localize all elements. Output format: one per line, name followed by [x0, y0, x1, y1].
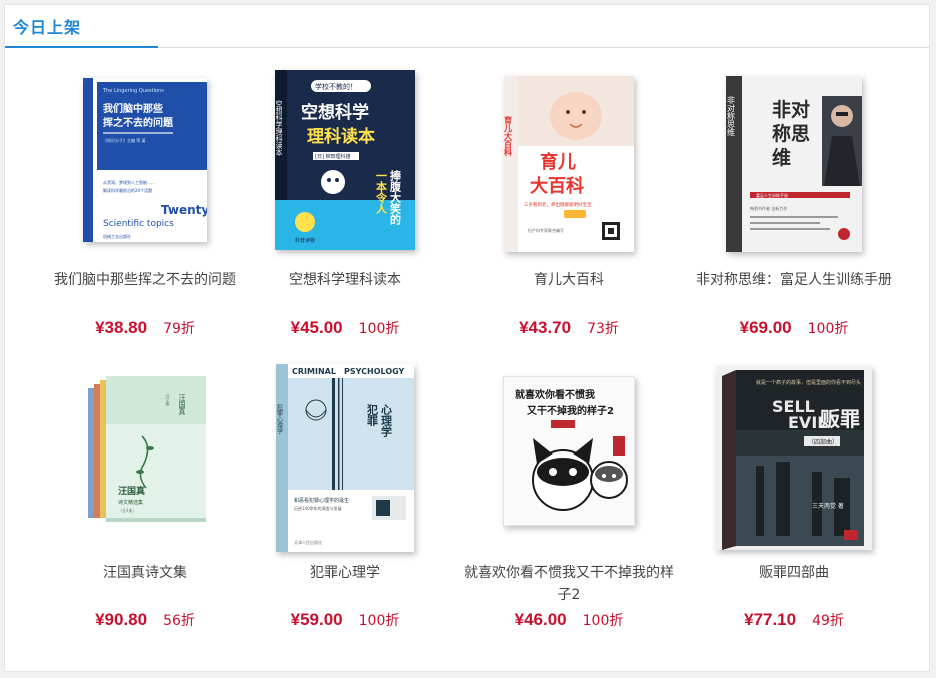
price-row: ¥90.80 56折 [40, 610, 250, 630]
svg-text:Scientific topics: Scientific topics [103, 219, 174, 229]
book-price: ¥59.00 [290, 610, 343, 629]
svg-text:CRIMINAL: CRIMINAL [292, 367, 336, 376]
book-cover-icon[interactable]: 就是一个疯子的故事，但是里面的你看不到尽头 SELL EVIL 贩罪 （四部曲）… [716, 366, 872, 550]
section-title: 今日上架 [13, 18, 82, 37]
svg-text:空想科学理科读本: 空想科学理科读本 [275, 99, 283, 157]
book-cover-icon[interactable]: 育儿大百科 育儿 大百科 三岁看到老，养出健康聪明好宝宝 妇产科专家联合编写 [504, 76, 634, 252]
book-title[interactable]: 非对称思维：富足人生训练手册 [689, 269, 899, 291]
svg-text:维: 维 [772, 146, 791, 169]
svg-text:育儿: 育儿 [540, 151, 576, 173]
svg-text:PSYCHOLOGY: PSYCHOLOGY [344, 367, 405, 376]
svg-text:[日] 柳田理科雄: [日] 柳田理科雄 [315, 153, 351, 160]
svg-text:从黑洞、梦境到人工智能……: 从黑洞、梦境到人工智能…… [103, 179, 155, 185]
book-cover-icon[interactable]: 空想科学理科读本 学校不教的！ 空想科学 理科读本 [日] 柳田理科雄 一本令人… [275, 70, 415, 250]
price-row: ¥77.10 49折 [689, 610, 899, 630]
svg-text:犯罪: 犯罪 [366, 403, 380, 427]
book-title[interactable]: 我们脑中那些挥之不去的问题 [40, 269, 250, 291]
svg-text:和恶看犯罪心理学的诞生: 和恶看犯罪心理学的诞生 [294, 497, 349, 504]
svg-text:汪国真: 汪国真 [118, 485, 145, 497]
book-discount: 100折 [807, 321, 849, 337]
book-price: ¥90.80 [95, 610, 148, 629]
svg-text:三岁看到老，养出健康聪明好宝宝: 三岁看到老，养出健康聪明好宝宝 [524, 201, 592, 208]
price-row: ¥69.00 100折 [689, 318, 899, 338]
book-cover-icon[interactable]: The Lingering Questions 我们脑中那些 挥之不去的问题 《… [83, 78, 207, 242]
svg-text:我们脑中那些: 我们脑中那些 [103, 102, 163, 115]
book-price: ¥45.00 [290, 318, 343, 337]
book-price: ¥46.00 [514, 610, 567, 629]
book-discount: 100折 [358, 321, 400, 337]
svg-text:Twenty: Twenty [161, 203, 207, 217]
price-row: ¥46.00 100折 [464, 610, 674, 630]
svg-text:妇产科专家联合编写: 妇产科专家联合编写 [528, 227, 564, 233]
book-title[interactable]: 贩罪四部曲 [689, 562, 899, 584]
book-title[interactable]: 育儿大百科 [464, 269, 674, 291]
book-price: ¥43.70 [519, 318, 572, 337]
svg-text:非对称思维: 非对称思维 [727, 95, 736, 137]
book-discount: 73折 [587, 321, 619, 337]
svg-text:非对: 非对 [772, 98, 810, 121]
book-title[interactable]: 犯罪心理学 [240, 562, 450, 584]
book-cover-icon[interactable]: 非对称思维 非对 称思 维 富足人生训练手册 畅销书作者 全新力作 [726, 76, 862, 252]
svg-text:三天两觉 著: 三天两觉 著 [812, 502, 844, 510]
svg-text:一本令人: 一本令人 [375, 170, 389, 214]
price-row: ¥45.00 100折 [240, 318, 450, 338]
svg-text:理科读本: 理科读本 [307, 126, 375, 147]
svg-text:机械工业出版社: 机械工业出版社 [103, 233, 131, 239]
book-cover-icon[interactable]: 犯罪心理学 CRIMINAL PSYCHOLOGY 犯罪 心理学 和恶看犯罪心理… [276, 364, 414, 552]
book-discount: 100折 [358, 613, 400, 629]
svg-text:天津人民出版社: 天津人民出版社 [294, 539, 322, 545]
book-price: ¥77.10 [744, 610, 797, 629]
svg-text:（四部曲）: （四部曲） [808, 438, 838, 446]
svg-text:就是一个疯子的故事，但是里面的你看不到尽头: 就是一个疯子的故事，但是里面的你看不到尽头 [756, 379, 861, 386]
svg-text:《知识分子》主编 等 著: 《知识分子》主编 等 著 [103, 137, 146, 143]
svg-text:历经140余年的演变与发展: 历经140余年的演变与发展 [294, 505, 342, 511]
svg-text:贩罪: 贩罪 [820, 407, 860, 431]
book-title[interactable]: 空想科学理科读本 [240, 269, 450, 291]
book-price: ¥69.00 [739, 318, 792, 337]
svg-text:心理学: 心理学 [380, 404, 393, 438]
svg-text:学校不教的！: 学校不教的！ [315, 82, 357, 91]
book-discount: 56折 [163, 613, 195, 629]
svg-text:诗文集: 诗文集 [166, 393, 171, 407]
book-title[interactable]: 汪国真诗文集 [40, 562, 250, 584]
svg-text:富足人生训练手册: 富足人生训练手册 [756, 192, 788, 198]
price-row: ¥38.80 79折 [40, 318, 250, 338]
svg-text:又干不掉我的样子2: 又干不掉我的样子2 [526, 404, 614, 417]
svg-text:科普读物: 科普读物 [295, 237, 315, 244]
section-title-underline [5, 46, 158, 48]
book-title[interactable]: 就喜欢你看不惯我又干不掉我的样子2 [464, 562, 674, 606]
svg-text:犯罪心理学: 犯罪心理学 [276, 403, 283, 434]
price-row: ¥59.00 100折 [240, 610, 450, 630]
svg-text:就喜欢你看不惯我: 就喜欢你看不惯我 [515, 388, 595, 401]
svg-text:畅销书作者 全新力作: 畅销书作者 全新力作 [750, 205, 787, 211]
price-row: ¥43.70 73折 [464, 318, 674, 338]
svg-text:空想科学: 空想科学 [301, 102, 369, 123]
book-discount: 49折 [812, 613, 844, 629]
svg-text:挥之不去的问题: 挥之不去的问题 [103, 116, 174, 129]
section-header: 今日上架 [5, 5, 929, 48]
svg-text:捧腹大笑的: 捧腹大笑的 [389, 169, 402, 226]
svg-text:大百科: 大百科 [530, 175, 584, 197]
svg-text:称思: 称思 [772, 122, 810, 145]
book-cover-icon[interactable]: 就喜欢你看不惯我 又干不掉我的样子2 [503, 376, 635, 526]
svg-text:诗文精选集: 诗文精选集 [118, 499, 143, 506]
svg-text:（全4册）: （全4册） [118, 507, 137, 513]
book-price: ¥38.80 [95, 318, 148, 337]
new-arrivals-panel: 今日上架 The Lingering Questions 我们脑中那些 挥之不去… [4, 4, 930, 672]
book-cover-icon[interactable]: 汪国真 诗文集 汪国真 诗文精选集 （全4册） [82, 376, 208, 526]
book-discount: 79折 [163, 321, 195, 337]
svg-text:The Lingering Questions: The Lingering Questions [102, 88, 164, 94]
svg-text:解读科学最前沿的20个话题: 解读科学最前沿的20个话题 [103, 187, 152, 193]
svg-text:育儿大百科: 育儿大百科 [504, 115, 513, 157]
svg-text:汪国真: 汪国真 [178, 394, 186, 416]
book-discount: 100折 [582, 613, 624, 629]
